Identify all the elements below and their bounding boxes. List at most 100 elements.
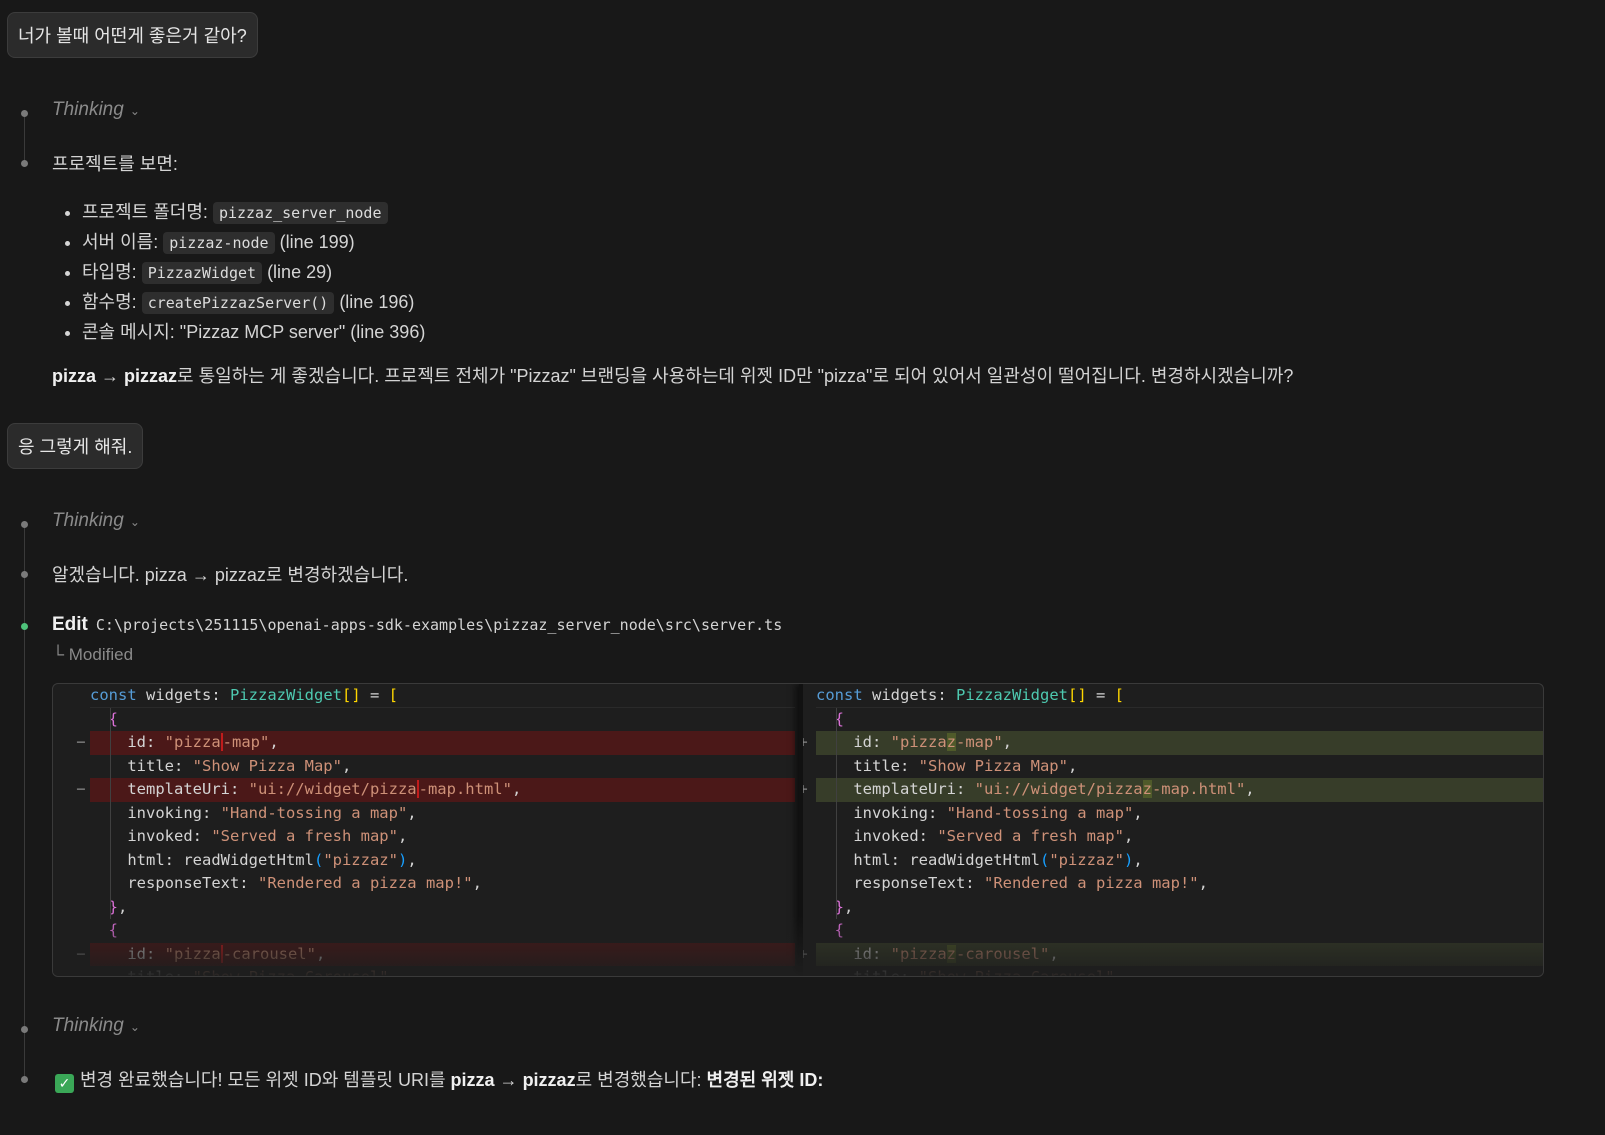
thinking-toggle[interactable]: Thinking ⌄: [52, 99, 140, 121]
timeline-dot: [21, 1076, 28, 1083]
code-token: ,: [511, 780, 522, 798]
code-token: ,: [407, 803, 417, 822]
list-item: 타입명: PizzazWidget (line 29): [82, 258, 425, 288]
thinking-label: Thinking: [52, 1015, 124, 1036]
code-token: ,: [341, 756, 352, 775]
code-token: PizzazWidget: [230, 686, 342, 704]
code-token: "Show Pizza Carousel": [919, 968, 1115, 976]
code-token: ,: [1067, 756, 1078, 775]
code-token: []: [1067, 686, 1087, 704]
arrow-text: →: [96, 366, 125, 386]
thinking-label: Thinking: [52, 510, 124, 531]
diff-line: },: [53, 896, 795, 920]
list-item-label: 타입명:: [82, 262, 142, 282]
code-token: z: [946, 733, 956, 751]
code-text: html: readWidgetHtml("pizzaz"),: [816, 849, 1543, 873]
code-text: {: [90, 708, 795, 732]
code-token: html: readWidgetHtml: [90, 850, 314, 869]
bold-text: pizza: [52, 366, 97, 386]
diff-line: {: [53, 708, 795, 732]
bold-text: pizza: [450, 1070, 495, 1090]
code-token: ,: [1123, 827, 1134, 845]
diff-line: },: [803, 896, 1543, 920]
list-item-label: 함수명:: [82, 292, 142, 312]
minus-icon: −: [76, 733, 86, 751]
list-item: 함수명: createPizzazServer() (line 196): [82, 288, 425, 318]
code-token: "ui://widget/pizza: [974, 780, 1143, 798]
code-token: ,: [1198, 874, 1208, 892]
code-token: PizzazWidget: [956, 686, 1068, 704]
diff-line: {: [53, 919, 795, 943]
inline-code: pizzaz_server_node: [212, 202, 388, 224]
code-token: ,: [1133, 850, 1143, 869]
code-token: ,: [389, 968, 398, 976]
code-token: ,: [1115, 968, 1124, 976]
diff-line: responseText: "Rendered a pizza map!",: [803, 872, 1543, 896]
code-text: invoking: "Hand-tossing a map",: [816, 802, 1543, 826]
code-token: "Show Pizza Map": [192, 756, 342, 775]
inline-code: createPizzazServer(): [141, 292, 335, 314]
code-token: templateUri:: [90, 780, 249, 798]
code-token: -map.html": [416, 780, 512, 798]
diff-line-removed: − templateUri: "ui://widget/pizza -map.ht…: [53, 778, 795, 802]
assistant-conclusion: pizza → pizzaz로 통일하는 게 좋겠습니다. 프로젝트 전체가 "…: [52, 362, 1293, 388]
final-text: 로 변경했습니다:: [575, 1070, 707, 1090]
diff-pane-original[interactable]: const widgets: PizzazWidget[] = [ {− id:…: [53, 684, 795, 976]
code-token: -map.html": [1151, 780, 1246, 798]
code-token: id:: [90, 944, 165, 963]
bold-text: pizzaz: [522, 1070, 576, 1090]
indent-guide: [836, 707, 837, 919]
diff-line: title: "Show Pizza Carousel",: [803, 966, 1543, 976]
thinking-toggle[interactable]: Thinking ⌄: [52, 1015, 140, 1037]
list-item-label: 콘솔 메시지: "Pizzaz MCP server" (line 396): [82, 322, 426, 342]
timeline-dot: [21, 110, 28, 117]
code-token: []: [341, 686, 361, 704]
plus-icon: +: [799, 944, 808, 963]
file-path[interactable]: C:\projects\251115\openai-apps-sdk-examp…: [96, 616, 782, 634]
diff-line: {: [803, 919, 1543, 943]
diff-line: title: "Show Pizza Map",: [803, 755, 1543, 779]
code-text: id: "pizzaz-carousel",: [816, 942, 1543, 966]
code-token: ,: [315, 944, 326, 963]
code-token: ,: [269, 733, 279, 751]
diff-pane-modified[interactable]: const widgets: PizzazWidget[] = [ {+ id:…: [799, 684, 1543, 976]
code-token: ,: [1002, 733, 1013, 751]
code-text: responseText: "Rendered a pizza map!",: [90, 872, 795, 896]
code-token: title:: [90, 756, 193, 775]
list-item: 서버 이름: pizzaz-node (line 199): [82, 228, 425, 258]
code-text: {: [816, 919, 1543, 943]
code-token: "Served a fresh map": [937, 827, 1124, 845]
code-text: id: "pizza -map",: [90, 731, 795, 755]
diff-line: invoked: "Served a fresh map",: [53, 825, 795, 849]
code-token: ): [397, 850, 408, 869]
code-token: "pizzaz": [323, 850, 398, 869]
code-token: ,: [407, 850, 417, 869]
list-item-suffix: (line 196): [334, 292, 415, 312]
diff-line: html: readWidgetHtml("pizzaz"),: [53, 849, 795, 873]
code-token: widgets:: [136, 686, 230, 704]
conclusion-text: 로 통일하는 게 좋겠습니다. 프로젝트 전체가 "Pizzaz" 브랜딩을 사…: [177, 366, 1294, 386]
assistant-final: ✓ 변경 완료했습니다! 모든 위젯 ID와 템플릿 URI를 pizza → p…: [55, 1066, 823, 1093]
code-token: "pizza: [164, 733, 221, 751]
diff-viewer[interactable]: const widgets: PizzazWidget[] = [ {− id:…: [52, 683, 1544, 977]
code-text: title: "Show Pizza Map",: [90, 755, 795, 779]
code-token: "Served a fresh map": [211, 827, 398, 845]
list-item: 콘솔 메시지: "Pizzaz MCP server" (line 396): [82, 318, 425, 347]
code-token: "pizzaz": [1049, 850, 1124, 869]
code-text: invoking: "Hand-tossing a map",: [90, 802, 795, 826]
thinking-toggle[interactable]: Thinking ⌄: [52, 510, 140, 532]
code-token: id:: [90, 733, 165, 751]
code-text: {: [90, 919, 795, 943]
plus-icon: +: [799, 733, 808, 751]
code-token: "Hand-tossing a map": [946, 803, 1134, 822]
code-token: "ui://widget/pizza: [248, 780, 417, 798]
final-text: 변경 완료했습니다! 모든 위젯 ID와 템플릿 URI를: [80, 1070, 451, 1090]
code-token: "pizza: [890, 733, 947, 751]
code-token: ,: [397, 827, 408, 845]
code-token: invoked:: [816, 827, 938, 845]
code-token: =: [360, 686, 389, 704]
